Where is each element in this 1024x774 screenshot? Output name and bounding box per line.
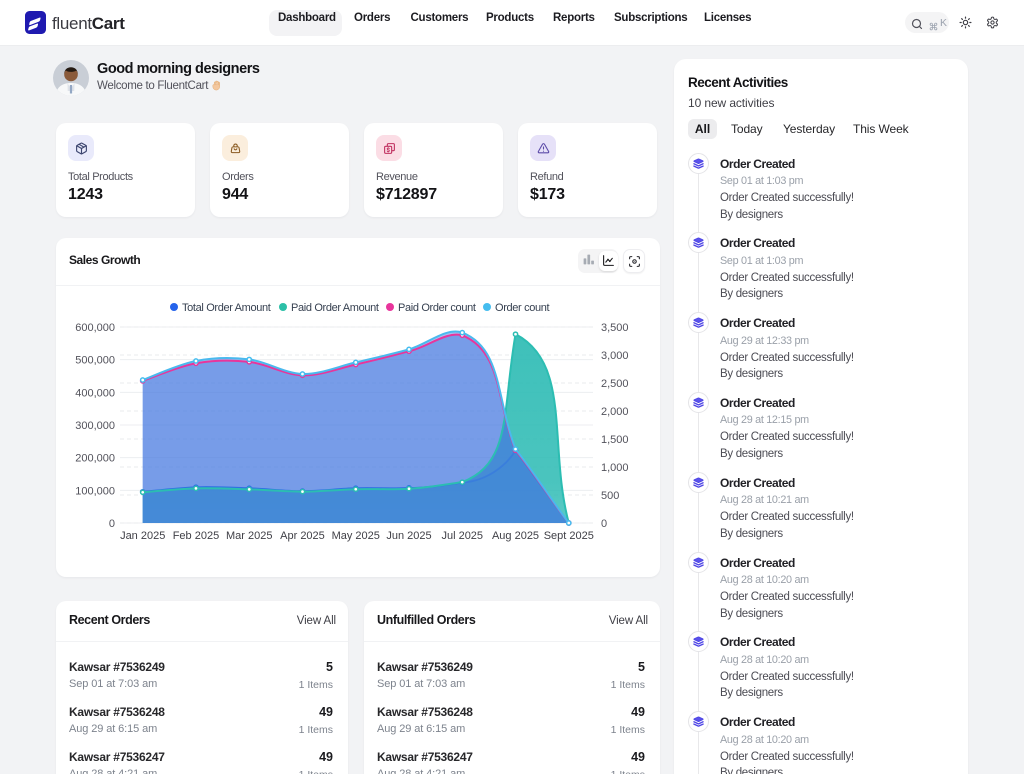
svg-text:Paid Order count: Paid Order count: [398, 302, 476, 314]
svg-text:0: 0: [601, 518, 607, 530]
svg-text:200,000: 200,000: [75, 453, 115, 465]
svg-text:Total Order Amount: Total Order Amount: [182, 302, 271, 314]
svg-text:400,000: 400,000: [75, 387, 115, 399]
svg-text:3,500: 3,500: [601, 322, 629, 334]
svg-text:500,000: 500,000: [75, 355, 115, 367]
svg-text:1,500: 1,500: [601, 434, 629, 446]
svg-text:100,000: 100,000: [75, 485, 115, 497]
svg-text:2,000: 2,000: [601, 406, 629, 418]
svg-text:3,000: 3,000: [601, 350, 629, 362]
svg-text:May 2025: May 2025: [332, 530, 380, 542]
svg-text:300,000: 300,000: [75, 420, 115, 432]
svg-text:Aug 2025: Aug 2025: [492, 530, 539, 542]
svg-text:500: 500: [601, 490, 619, 502]
svg-text:Jun 2025: Jun 2025: [386, 530, 431, 542]
svg-text:Order count: Order count: [495, 302, 550, 314]
svg-text:Apr 2025: Apr 2025: [280, 530, 325, 542]
svg-text:Jul 2025: Jul 2025: [441, 530, 483, 542]
svg-text:Mar 2025: Mar 2025: [226, 530, 272, 542]
svg-text:Jan 2025: Jan 2025: [120, 530, 165, 542]
svg-text:Feb 2025: Feb 2025: [173, 530, 219, 542]
svg-text:600,000: 600,000: [75, 322, 115, 334]
svg-text:Sept 2025: Sept 2025: [544, 530, 594, 542]
svg-text:2,500: 2,500: [601, 378, 629, 390]
svg-text:0: 0: [109, 518, 115, 530]
svg-text:1,000: 1,000: [601, 462, 629, 474]
svg-text:Paid Order Amount: Paid Order Amount: [291, 302, 379, 314]
